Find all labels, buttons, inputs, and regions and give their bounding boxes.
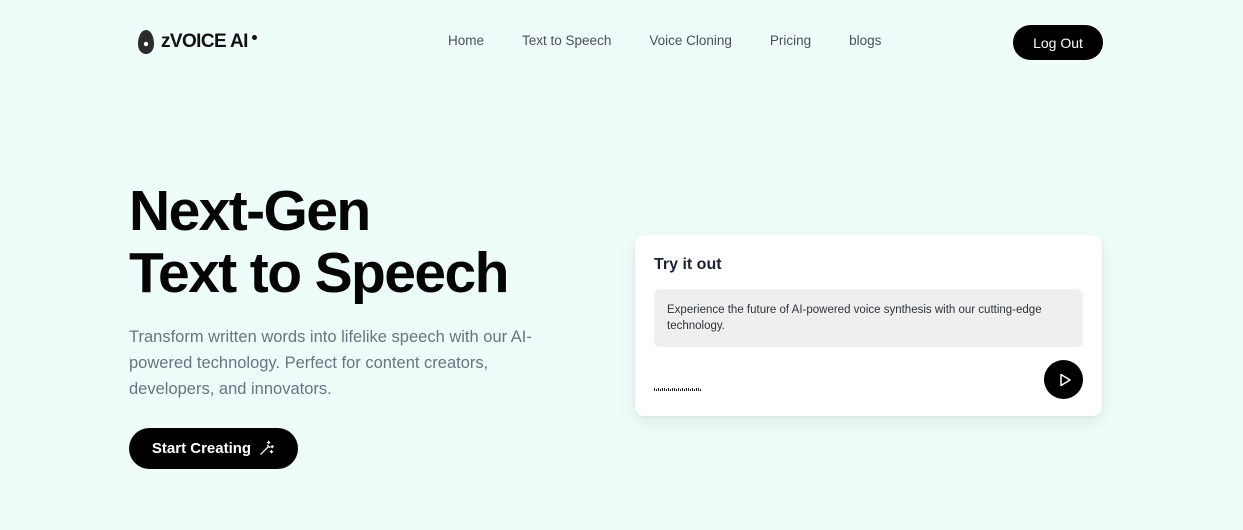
logout-button[interactable]: Log Out [1013,25,1103,60]
magic-wand-icon [260,440,274,455]
waveform-bar [654,388,655,391]
audio-waveform [654,385,702,391]
nav-home[interactable]: Home [440,33,492,48]
waveform-bar [700,389,701,391]
brand-logo[interactable]: zVOICE AI [137,28,257,56]
waveform-bar [696,388,697,391]
waveform-bar [688,388,689,391]
hero-title-line-2: Text to Speech [129,241,509,305]
waveform-bar [694,389,695,391]
waveform-bar [692,388,693,391]
nav-text-to-speech[interactable]: Text to Speech [514,33,619,48]
waveform-bar [658,388,659,391]
waveform-bar [690,389,691,391]
card-title: Try it out [654,256,722,273]
waveform-bar [672,388,673,391]
main-nav: Home Text to Speech Voice Cloning Pricin… [440,33,889,48]
nav-voice-cloning[interactable]: Voice Cloning [641,33,740,48]
waveform-bar [684,389,685,391]
sample-text-input[interactable]: Experience the future of AI-powered voic… [654,289,1083,347]
play-button[interactable] [1044,360,1083,399]
brand-dot [252,35,257,40]
waveform-bar [678,388,679,391]
waveform-bar [680,389,681,391]
start-creating-button[interactable]: Start Creating [129,428,298,469]
waveform-bar [664,388,665,391]
nav-pricing[interactable]: Pricing [762,33,819,48]
waveform-bar [660,389,661,391]
waveform-bar [668,388,669,391]
start-creating-label: Start Creating [151,440,252,457]
waveform-bar [674,388,675,391]
waveform-bar [698,388,699,391]
droplet-logo-icon [138,30,154,54]
hero-subtitle: Transform written words into lifelike sp… [129,328,532,398]
waveform-bar [662,388,663,391]
hero-title-line-1: Next-Gen [129,179,371,243]
waveform-bar [666,389,667,391]
nav-blogs[interactable]: blogs [841,33,889,48]
hero-title: Next-Gen Text to Speech [129,180,589,304]
waveform-bar [670,389,671,391]
waveform-bar [656,389,657,391]
waveform-bar [682,388,683,391]
try-it-out-card: Try it out Experience the future of AI-p… [635,235,1102,416]
brand-name: zVOICE AI [161,31,248,52]
play-icon [1059,373,1071,386]
waveform-bar [676,389,677,391]
site-header: zVOICE AI Home Text to Speech Voice Clon… [0,0,1243,86]
waveform-bar [686,388,687,391]
